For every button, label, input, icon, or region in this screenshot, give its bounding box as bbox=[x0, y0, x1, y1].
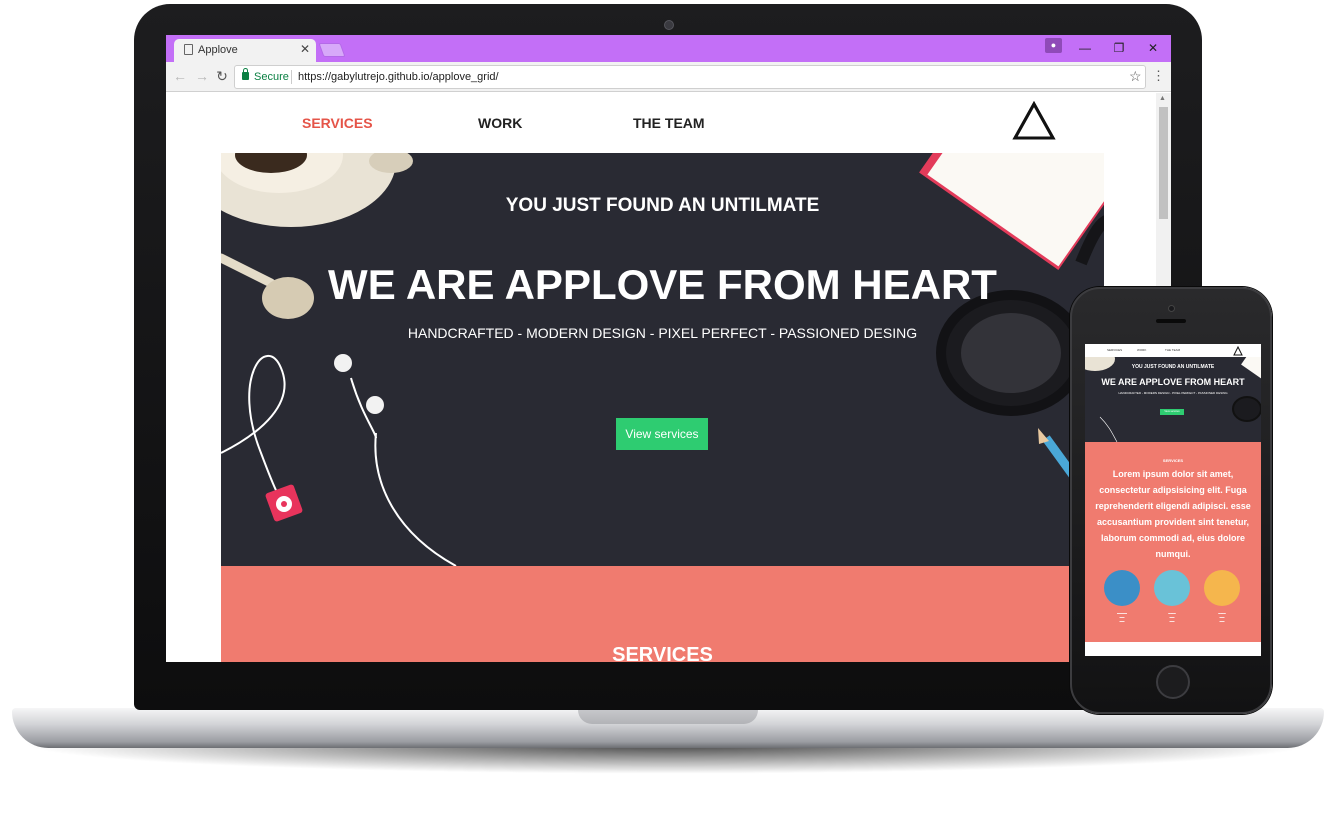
phone-speaker bbox=[1156, 319, 1186, 323]
hero-tagline: HANDCRAFTED - MODERN DESIGN - PIXEL PERF… bbox=[407, 325, 918, 341]
nav-the-team[interactable]: THE TEAM bbox=[633, 115, 705, 131]
new-tab-button[interactable] bbox=[318, 43, 346, 57]
tab-applove[interactable]: Applove ✕ bbox=[174, 39, 316, 62]
star-icon[interactable]: ☆ bbox=[1129, 68, 1142, 85]
page-icon bbox=[184, 44, 193, 55]
profile-icon[interactable]: ● bbox=[1045, 38, 1062, 53]
branding-icon bbox=[1204, 570, 1240, 606]
hero-kicker: YOU JUST FOUND AN UNTILMATE bbox=[505, 195, 820, 216]
services-title: SERVICES bbox=[612, 644, 713, 662]
phone-hero-tagline: HANDCRAFTED - MODERN DESIGN - PIXEL PERF… bbox=[1118, 391, 1228, 395]
forward-icon[interactable]: → bbox=[193, 67, 211, 85]
phone-nav-services[interactable]: SERVICES bbox=[1107, 348, 1122, 352]
phone-service-caption: ▬▬▬ ▬▬ ▬▬ bbox=[1168, 612, 1176, 623]
phone-camera bbox=[1168, 305, 1175, 312]
phone-services-section: SERVICES Lorem ipsum dolor sit amet, con… bbox=[1085, 442, 1261, 642]
phone-home-button[interactable] bbox=[1156, 665, 1190, 699]
phone-services-label: SERVICES bbox=[1162, 458, 1184, 463]
services-section: SERVICES bbox=[221, 566, 1104, 662]
phone-triangle-logo-icon[interactable] bbox=[1233, 346, 1243, 356]
url-divider bbox=[291, 70, 292, 84]
laptop-shadow bbox=[20, 744, 1316, 774]
phone-hero-title: WE ARE APPLOVE FROM HEART bbox=[1101, 377, 1245, 387]
view-services-button[interactable]: View services bbox=[616, 418, 708, 450]
phone-services-text: Lorem ipsum dolor sit amet, consectetur … bbox=[1095, 469, 1251, 559]
title-bar: Applove ✕ ● — ❐ ✕ bbox=[166, 35, 1171, 62]
window-close-button[interactable]: ✕ bbox=[1141, 39, 1165, 57]
mobile-design-icon bbox=[1154, 570, 1190, 606]
lock-icon bbox=[242, 68, 249, 80]
phone-device: SERVICES WORK THE TEAM YOU JUST FOUND AN… bbox=[1070, 287, 1272, 714]
phone-screen: SERVICES WORK THE TEAM YOU JUST FOUND AN… bbox=[1085, 344, 1261, 656]
minimize-button[interactable]: — bbox=[1073, 39, 1097, 57]
phone-hero: YOU JUST FOUND AN UNTILMATE WE ARE APPLO… bbox=[1085, 357, 1261, 442]
browser-window: Applove ✕ ● — ❐ ✕ ← → ↻ Secure https://g… bbox=[166, 35, 1171, 662]
web-design-icon bbox=[1104, 570, 1140, 606]
phone-view-services-button[interactable]: View services bbox=[1160, 409, 1184, 415]
close-icon[interactable]: ✕ bbox=[300, 42, 310, 56]
triangle-logo-icon[interactable] bbox=[1012, 101, 1056, 145]
back-icon[interactable]: ← bbox=[171, 67, 189, 85]
nav-services[interactable]: SERVICES bbox=[302, 115, 373, 131]
menu-icon[interactable]: ⋮ bbox=[1152, 68, 1165, 84]
nav-work[interactable]: WORK bbox=[478, 115, 522, 131]
tab-title: Applove bbox=[198, 44, 238, 56]
reload-icon[interactable]: ↻ bbox=[213, 67, 231, 85]
phone-hero-kicker: YOU JUST FOUND AN UNTILMATE bbox=[1131, 364, 1215, 370]
page-viewport: SERVICES WORK THE TEAM YOU JUST FOUND AN… bbox=[166, 93, 1171, 662]
phone-service-caption: ▬▬▬ ▬▬ ▬▬ bbox=[1218, 612, 1226, 623]
restore-button[interactable]: ❐ bbox=[1107, 39, 1131, 57]
laptop-notch bbox=[578, 708, 758, 724]
phone-site-nav: SERVICES WORK THE TEAM bbox=[1085, 344, 1261, 357]
site-nav: SERVICES WORK THE TEAM bbox=[166, 93, 1156, 153]
hero-title: WE ARE APPLOVE FROM HEART bbox=[328, 261, 997, 308]
phone-nav-work[interactable]: WORK bbox=[1137, 348, 1146, 352]
scroll-up-icon[interactable]: ▲ bbox=[1159, 95, 1166, 102]
address-bar[interactable]: Secure https://gabylutrejo.github.io/app… bbox=[234, 65, 1146, 89]
url-text[interactable]: https://gabylutrejo.github.io/applove_gr… bbox=[298, 71, 499, 83]
hero-section: YOU JUST FOUND AN UNTILMATE WE ARE APPLO… bbox=[221, 153, 1104, 566]
phone-service-caption: ▬▬▬▬ ▬▬ ▬▬ bbox=[1117, 612, 1127, 623]
laptop-camera bbox=[664, 20, 674, 30]
scrollbar-thumb[interactable] bbox=[1159, 107, 1168, 219]
secure-label: Secure bbox=[254, 71, 289, 83]
browser-toolbar: ← → ↻ Secure https://gabylutrejo.github.… bbox=[166, 62, 1171, 92]
earbud bbox=[366, 396, 384, 414]
phone-nav-the-team[interactable]: THE TEAM bbox=[1165, 348, 1180, 352]
